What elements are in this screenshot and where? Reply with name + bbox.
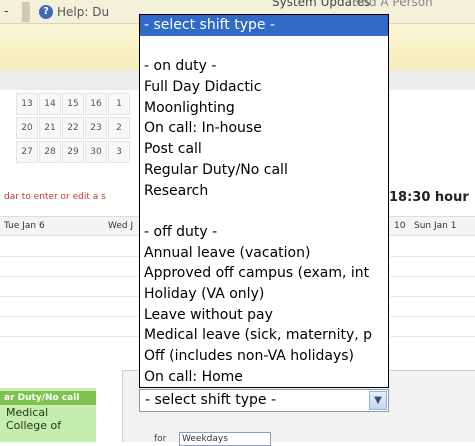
dropdown-option[interactable]: Medical leave (sick, maternity, p (140, 325, 388, 346)
menu-separator-dash: - (4, 4, 9, 18)
calendar-day[interactable]: 20 (16, 117, 38, 139)
calendar-week-row: 27 28 29 30 3 (0, 140, 130, 164)
calendar-week-row: 20 21 22 23 2 (0, 116, 130, 140)
calendar-day[interactable]: 23 (85, 117, 107, 139)
calendar-day[interactable]: 3 (108, 141, 130, 163)
grid-line (0, 296, 140, 297)
calendar-day[interactable]: 16 (85, 93, 107, 115)
grid-line (390, 336, 475, 337)
tab-divider (22, 2, 30, 22)
calendar-day[interactable]: 21 (39, 117, 61, 139)
find-person-link[interactable]: Find A Person (352, 0, 433, 9)
dropdown-option[interactable]: Moonlighting (140, 98, 388, 119)
help-link[interactable]: Help: Du (57, 5, 109, 19)
day-header-tue: Tue Jan 6 (4, 221, 45, 231)
shift-event-body: Medical College of (6, 406, 61, 432)
calendar-day[interactable]: 14 (39, 93, 61, 115)
grid-line (390, 276, 475, 277)
shift-type-select[interactable]: - select shift type - ▼ (139, 389, 389, 412)
grid-line (390, 296, 475, 297)
dropdown-group-header[interactable]: - off duty - (140, 222, 388, 243)
grid-line (0, 336, 140, 337)
repeat-select[interactable]: Weekdays (179, 432, 271, 446)
dropdown-option[interactable]: Annual leave (vacation) (140, 243, 388, 264)
shift-type-select-value: - select shift type - (145, 392, 277, 408)
shift-type-dropdown-list[interactable]: - select shift type - - on duty - Full D… (139, 14, 389, 388)
calendar-day[interactable]: 15 (62, 93, 84, 115)
calendar-day[interactable]: 30 (85, 141, 107, 163)
grid-line (390, 256, 475, 257)
grid-line (390, 316, 475, 317)
dropdown-option[interactable]: On call: In-house (140, 118, 388, 139)
dropdown-option[interactable]: On call: Home (140, 367, 388, 387)
calendar-day[interactable]: 2 (108, 117, 130, 139)
grid-line (0, 276, 140, 277)
chevron-down-icon[interactable]: ▼ (369, 391, 387, 410)
calendar-week-row: 13 14 15 16 1 (0, 92, 130, 116)
dropdown-group-header[interactable]: - on duty - (140, 56, 388, 77)
calendar-day[interactable]: 13 (16, 93, 38, 115)
for-label: for (154, 434, 167, 444)
dropdown-option[interactable]: - select shift type - (140, 15, 388, 36)
shift-event-line: College of (6, 419, 62, 432)
calendar-day[interactable]: 29 (62, 141, 84, 163)
dropdown-option-blank[interactable] (140, 36, 388, 57)
calendar-day[interactable]: 28 (39, 141, 61, 163)
instruction-hint: dar to enter or edit a s (4, 192, 106, 202)
calendar-day[interactable]: 1 (108, 93, 130, 115)
dropdown-option[interactable]: Approved off campus (exam, int (140, 263, 388, 284)
dropdown-option[interactable]: Off (includes non-VA holidays) (140, 346, 388, 367)
day-header-sun: Sun Jan 1 (414, 221, 457, 231)
day-header-wed: Wed J (108, 221, 134, 231)
hours-total: 18:30 hour (389, 190, 469, 205)
mini-calendar: 13 14 15 16 1 20 21 22 23 2 27 28 29 30 … (0, 92, 130, 164)
calendar-day[interactable]: 22 (62, 117, 84, 139)
day-header-sat: 10 (394, 221, 406, 231)
dropdown-option[interactable]: Post call (140, 139, 388, 160)
dropdown-option-blank[interactable] (140, 201, 388, 222)
grid-line (0, 256, 140, 257)
dropdown-option[interactable]: Full Day Didactic (140, 77, 388, 98)
dropdown-option[interactable]: Leave without pay (140, 305, 388, 326)
help-icon[interactable]: ? (39, 5, 53, 19)
shift-event-title: ar Duty/No call (0, 391, 96, 405)
shift-event-line: Medical (6, 406, 49, 419)
dropdown-option[interactable]: Holiday (VA only) (140, 284, 388, 305)
calendar-day[interactable]: 27 (16, 141, 38, 163)
shift-event-block[interactable]: ar Duty/No call Medical College of (0, 388, 96, 442)
grid-line (0, 316, 140, 317)
dropdown-option[interactable]: Research (140, 181, 388, 202)
dropdown-option[interactable]: Regular Duty/No call (140, 160, 388, 181)
